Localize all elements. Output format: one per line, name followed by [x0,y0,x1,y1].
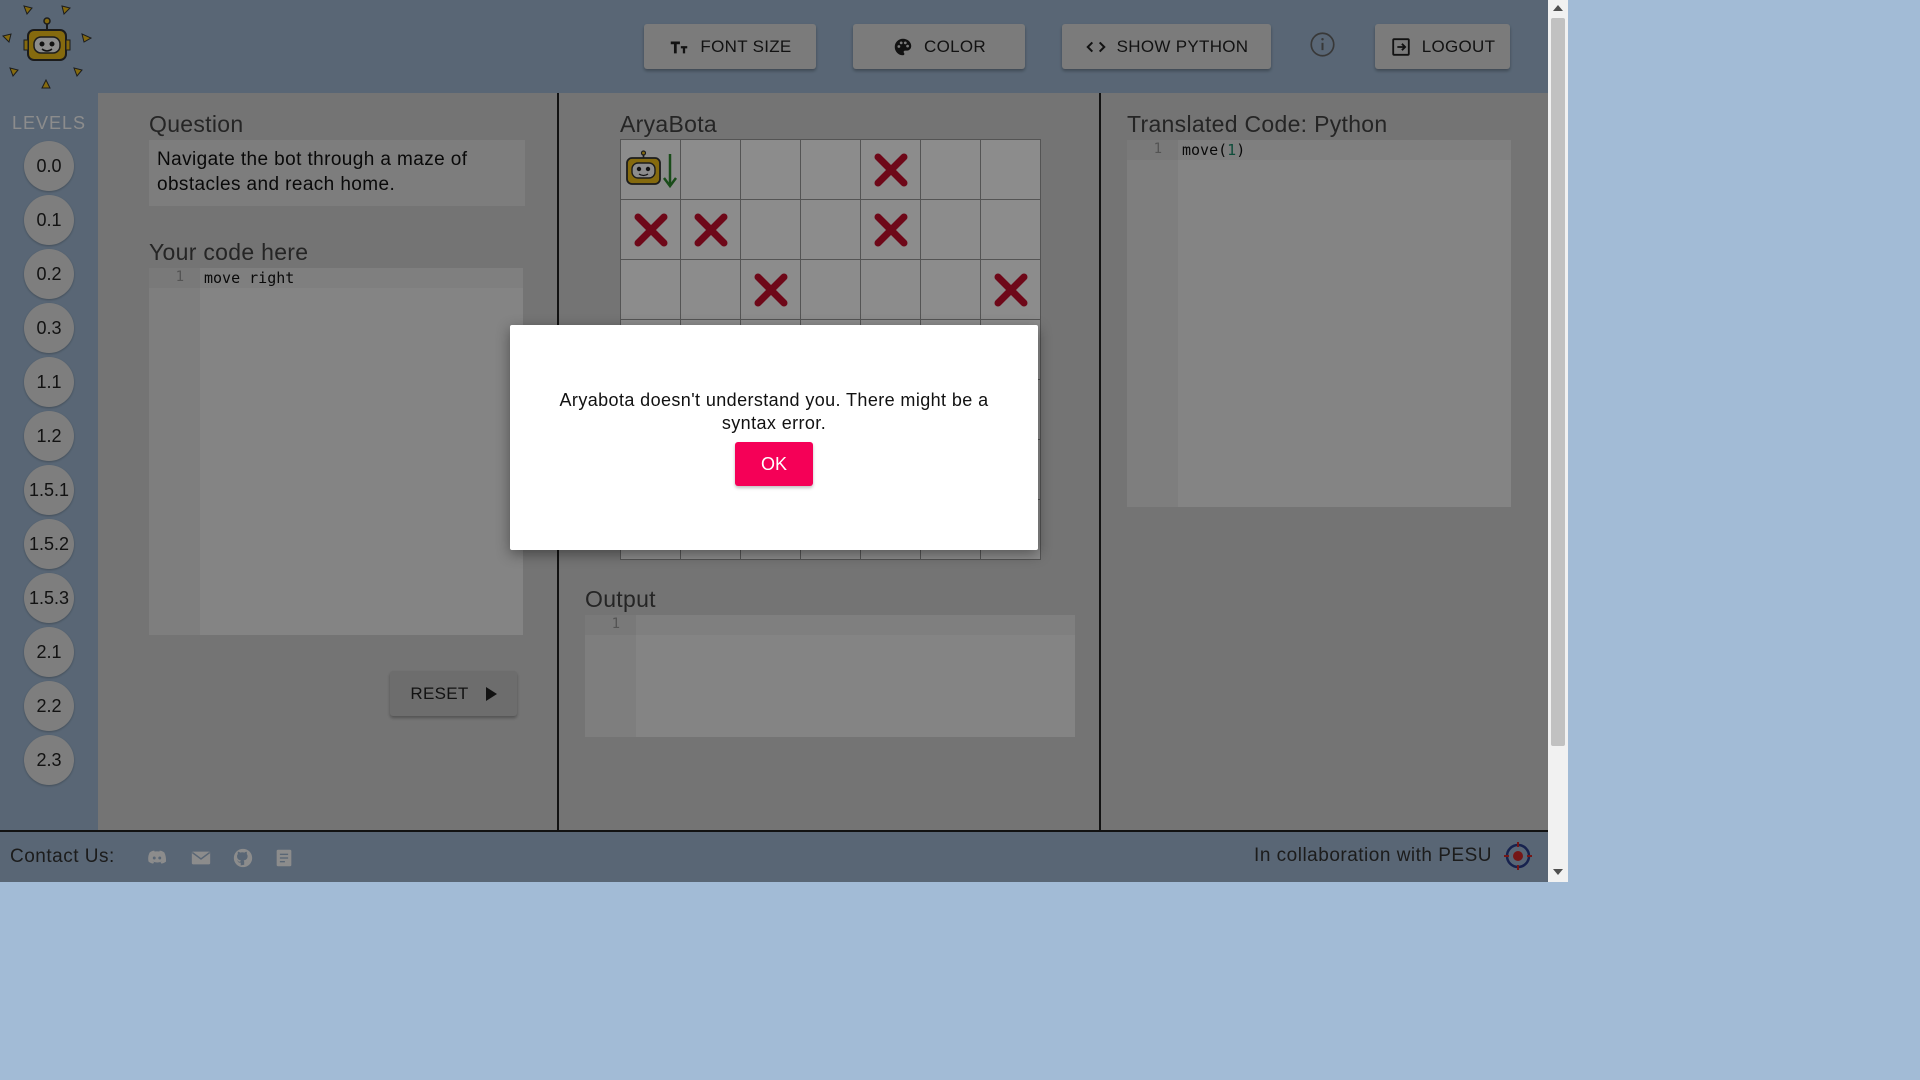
ok-button[interactable]: OK [735,442,813,486]
scroll-down-arrow[interactable] [1553,869,1563,875]
error-message: Aryabota doesn't understand you. There m… [559,390,989,433]
page-scrollbar[interactable] [1548,0,1568,882]
scroll-up-arrow[interactable] [1553,5,1563,11]
error-dialog: Aryabota doesn't understand you. There m… [510,325,1038,550]
scroll-thumb[interactable] [1551,18,1565,746]
